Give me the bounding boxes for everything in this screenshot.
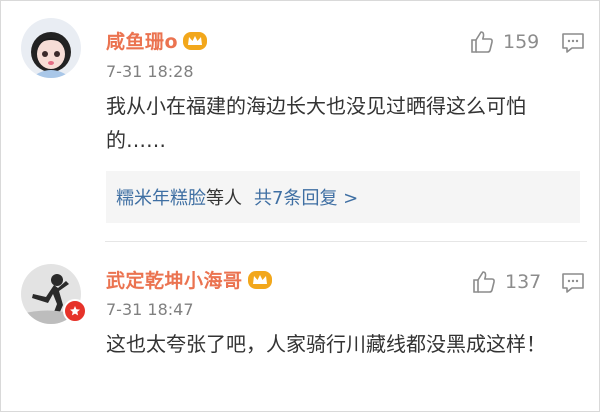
like-count: 137 <box>505 271 542 293</box>
comment-item: 武定乾坤小海哥 7-31 18:47 137 这也太夸张了吧，人家骑行川藏线都没… <box>1 242 600 413</box>
username[interactable]: 咸鱼珊o <box>106 27 208 57</box>
reply-suffix: 等人 <box>206 188 242 209</box>
like-count: 159 <box>503 31 540 53</box>
thumbs-up-icon <box>473 271 495 293</box>
comment-icon[interactable] <box>561 32 585 58</box>
like-button[interactable]: 137 <box>471 269 541 295</box>
crown-icon <box>247 269 273 296</box>
comment-item: 咸鱼珊o 7-31 18:28 159 我从小在福建的海边长大也没见过晒得这么可… <box>1 1 600 241</box>
comment-text: 这也太夸张了吧，人家骑行川藏线都没黑成这样！ <box>106 332 546 356</box>
crown-icon <box>182 30 208 57</box>
reply-count-link[interactable]: 共7条回复 > <box>254 184 358 210</box>
avatar[interactable] <box>21 18 81 78</box>
verified-badge-icon <box>63 299 87 323</box>
username[interactable]: 武定乾坤小海哥 <box>106 266 273 296</box>
comment-list: 咸鱼珊o 7-31 18:28 159 我从小在福建的海边长大也没见过晒得这么可… <box>0 0 600 412</box>
timestamp: 7-31 18:28 <box>106 62 194 81</box>
like-button[interactable]: 159 <box>469 29 539 55</box>
thumbs-up-icon <box>471 31 493 53</box>
comment-icon[interactable] <box>561 272 585 298</box>
username-text[interactable]: 咸鱼珊o <box>106 31 178 53</box>
username-text[interactable]: 武定乾坤小海哥 <box>106 270 243 292</box>
reply-user-link[interactable]: 糯米年糕脸 <box>116 184 206 210</box>
reply-summary[interactable]: 糯米年糕脸 等人 共7条回复 > <box>106 171 580 223</box>
timestamp: 7-31 18:47 <box>106 300 194 319</box>
comment-text: 我从小在福建的海边长大也没见过晒得这么可怕的…… <box>106 94 526 152</box>
